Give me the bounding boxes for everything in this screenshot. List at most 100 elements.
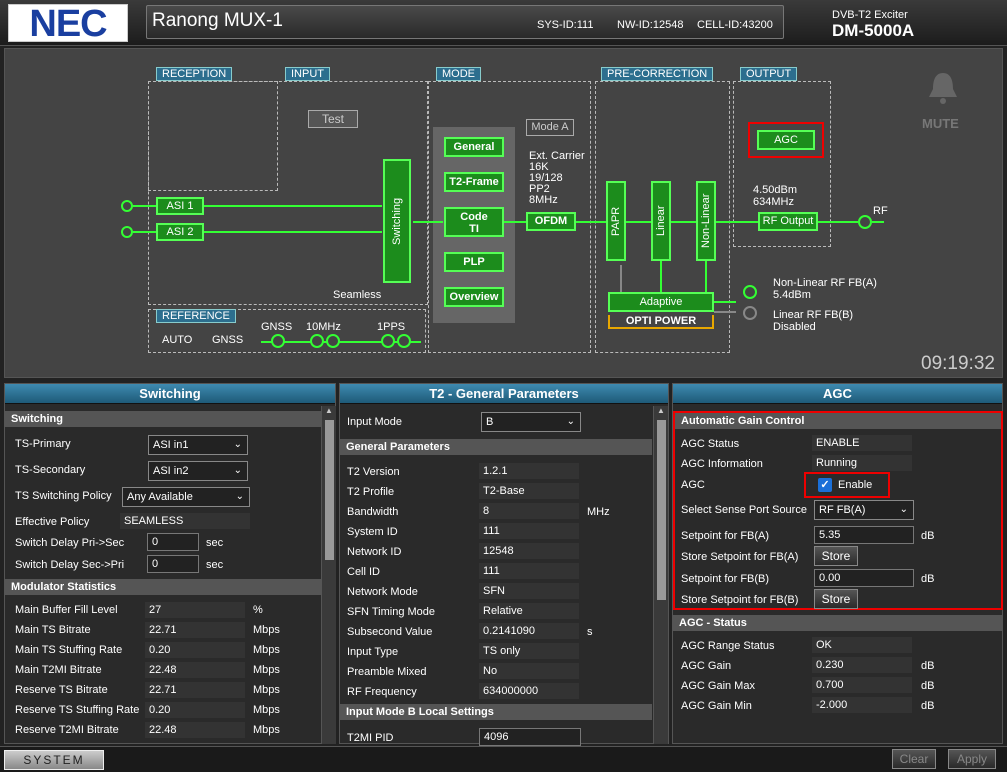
asi2-button[interactable]: ASI 2 (156, 223, 204, 241)
agc-gain-unit: dB (921, 660, 935, 672)
stat-value: 22.71 (145, 622, 245, 638)
policy-select[interactable]: Any Available ⌄ (122, 487, 250, 507)
delay-ps-input[interactable]: 0 (147, 533, 199, 551)
switching-panel: Switching Switching TS-Primary ASI in1 ⌄ … (4, 383, 336, 744)
param-label: Network ID (347, 546, 402, 558)
param-label: Subsecond Value (347, 626, 433, 638)
param-value: 111 (479, 523, 579, 539)
plp-button[interactable]: PLP (444, 252, 504, 272)
sense-port-select[interactable]: RF FB(A) ⌄ (814, 500, 914, 520)
param-row: Network ID 12548 (340, 542, 652, 562)
agc-status-section-header: AGC - Status (673, 615, 1003, 631)
ofdm-block[interactable]: OFDM (526, 212, 576, 231)
setpoint-a-unit: dB (921, 530, 935, 542)
10mhz-input-label: 10MHz (306, 321, 341, 333)
switching-block[interactable]: Switching (383, 159, 411, 283)
papr-block[interactable]: PAPR (606, 181, 626, 261)
header-bar: NEC Ranong MUX-1 SYS-ID:111 NW-ID:12548 … (0, 0, 1007, 46)
scroll-thumb[interactable] (325, 420, 334, 560)
agc-enable-text: Enable (838, 479, 873, 491)
store-a-label: Store Setpoint for FB(A) (681, 551, 799, 563)
rf-label: RF (873, 205, 888, 217)
delay-sp-input[interactable]: 0 (147, 555, 199, 573)
agc-gain-min-value: -2.000 (812, 697, 912, 713)
linear-block[interactable]: Linear (651, 181, 671, 261)
param-value: 1.2.1 (479, 463, 579, 479)
stat-row: Reserve TS Bitrate 22.71 Mbps (5, 680, 321, 700)
ts-primary-value: ASI in1 (153, 439, 189, 451)
store-b-button[interactable]: Store (814, 589, 858, 609)
param-label: RF Frequency (347, 686, 417, 698)
agc-enable-checkbox[interactable]: ✓ (818, 478, 832, 492)
chevron-down-icon: ⌄ (899, 504, 908, 515)
10mhz-out-connector-icon (326, 334, 340, 348)
setpoint-a-label: Setpoint for FB(A) (681, 530, 770, 542)
param-row: Bandwidth 8 MHz (340, 502, 652, 522)
switching-panel-title: Switching (5, 384, 335, 404)
rf-output-block[interactable]: RF Output (758, 212, 818, 231)
ref-gnss: GNSS (212, 334, 244, 346)
param-row: Network Mode SFN (340, 582, 652, 602)
stat-unit: Mbps (253, 624, 280, 636)
param-label: SFN Timing Mode (347, 606, 436, 618)
t2mi-pid-input[interactable]: 4096 (479, 728, 581, 746)
output-level: 4.50dBm (753, 184, 798, 196)
param-row: Subsecond Value 0.2141090 s (340, 622, 652, 642)
agc-info-value: Running (812, 455, 912, 471)
stat-value: 22.48 (145, 662, 245, 678)
switching-scrollbar[interactable]: ▲ (321, 406, 336, 744)
param-value: T2-Base (479, 483, 579, 499)
agc-range-label: AGC Range Status (681, 640, 775, 652)
adaptive-block[interactable]: Adaptive (608, 292, 714, 312)
policy-label: TS Switching Policy (15, 490, 112, 502)
section-precorrection: PRE-CORRECTION (601, 67, 714, 81)
asi2-connector-icon (121, 226, 133, 238)
code-label: Code (460, 211, 488, 223)
ts-secondary-value: ASI in2 (153, 465, 189, 477)
param-label: System ID (347, 526, 398, 538)
code-ti-button[interactable]: Code TI (444, 207, 504, 237)
ts-secondary-select[interactable]: ASI in2 ⌄ (148, 461, 248, 481)
agc-diagram-button[interactable]: AGC (757, 130, 815, 150)
store-a-button[interactable]: Store (814, 546, 858, 566)
param-value: 12548 (479, 543, 579, 559)
setpoint-b-input[interactable]: 0.00 (814, 569, 914, 587)
setpoint-a-input[interactable]: 5.35 (814, 526, 914, 544)
test-button[interactable]: Test (308, 110, 358, 128)
section-input: INPUT (285, 67, 330, 81)
stat-row: Reserve TS Stuffing Rate 0.20 Mbps (5, 700, 321, 720)
nonlinear-block[interactable]: Non-Linear (696, 181, 716, 261)
t2-scrollbar[interactable]: ▲ (653, 406, 668, 744)
overview-button[interactable]: Overview (444, 287, 504, 307)
output-info: 4.50dBm 634MHz (753, 184, 797, 208)
agc-status-value: ENABLE (812, 435, 912, 451)
linear-fb-info: Linear RF FB(B) Disabled (773, 309, 853, 333)
system-tab[interactable]: SYSTEM (4, 750, 104, 770)
asi1-button[interactable]: ASI 1 (156, 197, 204, 215)
scroll-up-icon[interactable]: ▲ (654, 406, 668, 415)
stat-row: Main TS Bitrate 22.71 Mbps (5, 620, 321, 640)
apply-button[interactable]: Apply (948, 749, 996, 769)
ts-primary-label: TS-Primary (15, 438, 71, 450)
scroll-up-icon[interactable]: ▲ (322, 406, 336, 415)
general-button[interactable]: General (444, 137, 504, 157)
gnss-input-label: GNSS (261, 321, 293, 333)
scroll-thumb[interactable] (657, 420, 666, 600)
chevron-down-icon: ⌄ (566, 416, 575, 427)
stat-row: Reserve T2MI Bitrate 22.48 Mbps (5, 720, 321, 740)
ts-primary-select[interactable]: ASI in1 ⌄ (148, 435, 248, 455)
param-value: 111 (479, 563, 579, 579)
nw-id: NW-ID:12548 (617, 19, 684, 31)
t2frame-button[interactable]: T2-Frame (444, 172, 504, 192)
stat-value: 0.20 (145, 642, 245, 658)
bell-icon[interactable] (925, 71, 961, 105)
agc-panel: AGC Automatic Gain Control AGC Status EN… (672, 383, 1003, 744)
effective-policy-label: Effective Policy (15, 516, 90, 528)
nonlinear-fb-label: Non-Linear RF FB(A) (773, 277, 877, 289)
stat-unit: Mbps (253, 644, 280, 656)
param-value: SFN (479, 583, 579, 599)
agc-gain-min-label: AGC Gain Min (681, 700, 752, 712)
param-row: RF Frequency 634000000 (340, 682, 652, 702)
input-mode-select[interactable]: B ⌄ (481, 412, 581, 432)
clear-button[interactable]: Clear (892, 749, 936, 769)
